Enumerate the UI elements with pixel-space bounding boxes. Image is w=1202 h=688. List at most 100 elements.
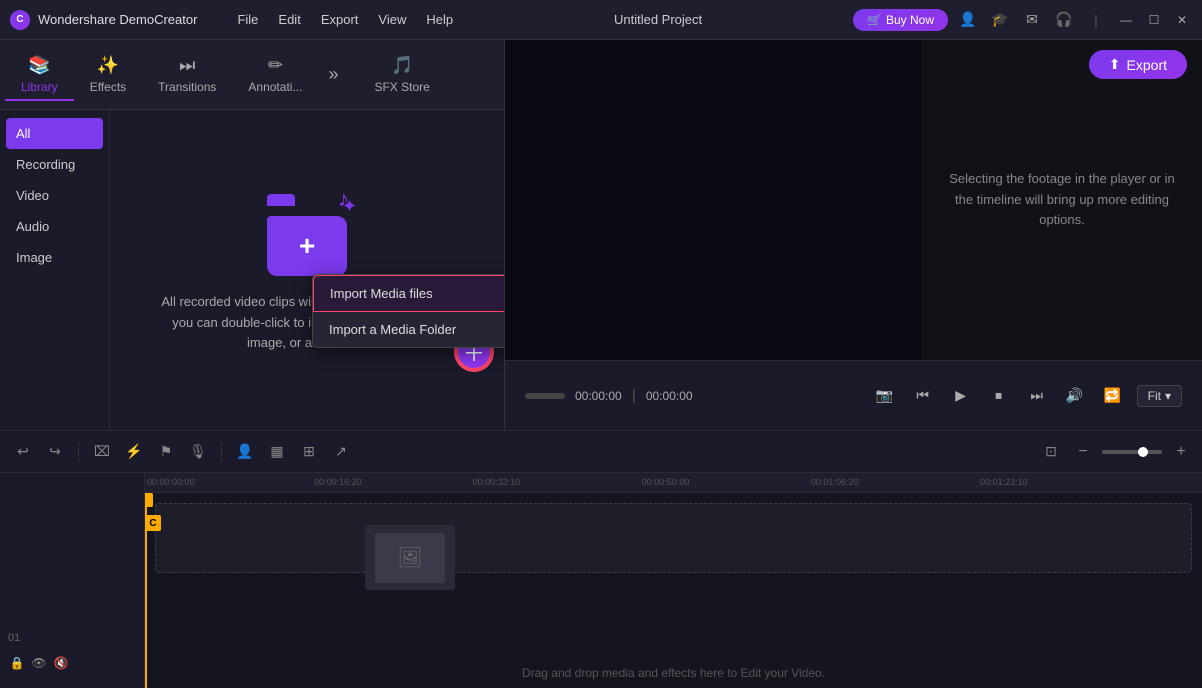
ruler-mark-1: 00:00:16:20 (314, 477, 362, 487)
mail-icon[interactable]: ✉ (1020, 8, 1044, 32)
tab-annotations[interactable]: ✏ Annotati... (232, 49, 318, 100)
toolbar-divider-1 (78, 442, 79, 462)
tab-bar: 📚 Library ✨ Effects ⏭ Transitions ✏ Anno… (0, 40, 504, 110)
menu-export[interactable]: Export (311, 8, 369, 31)
stop-button[interactable]: ⏹ (985, 382, 1013, 410)
thumbnail-button[interactable]: ⊞ (296, 439, 322, 465)
track-visible-icon[interactable]: 👁 (30, 654, 48, 672)
minimize-button[interactable]: — (1116, 10, 1136, 30)
fit-button[interactable]: Fit ▾ (1137, 385, 1182, 407)
timeline-content: 01 🔒 👁 🔇 00:00:00:00 00:00:16:20 00:00:3… (0, 473, 1202, 688)
transitions-icon: ⏭ (179, 55, 195, 76)
sidebar: All Recording Video Audio Image (0, 110, 110, 430)
screenshot-button[interactable]: 📷 (871, 382, 899, 410)
ruler-mark-5: 00:01:23:10 (980, 477, 1028, 487)
annotations-icon: ✏ (268, 55, 283, 76)
track-icons: 🔒 👁 🔇 (0, 648, 144, 678)
folder-tab (267, 194, 295, 206)
preview-area: Record ⬆ Export Selecting the footage in… (505, 40, 1202, 430)
timeline-track-labels: 01 🔒 👁 🔇 (0, 473, 145, 688)
sfxstore-icon: 🎵 (391, 55, 413, 76)
c-marker: C (145, 515, 161, 531)
timeline-ruler: 00:00:00:00 00:00:16:20 00:00:33:10 00:0… (145, 473, 1202, 493)
menu-file[interactable]: File (227, 8, 268, 31)
cart-icon: 🛒 (867, 13, 882, 27)
playhead-marker (145, 493, 153, 507)
preview-controls: 00:00:00 | 00:00:00 📷 ⏮ ▶ ⏹ ⏭ 🔊 🔁 Fit ▾ (505, 360, 1202, 430)
track-mute-icon[interactable]: 🔇 (52, 654, 70, 672)
ruler-mark-0: 00:00:00:00 (147, 477, 195, 487)
more-tabs-button[interactable]: » (318, 58, 348, 91)
ruler-mark-3: 00:00:50:00 (642, 477, 690, 487)
menu-view[interactable]: View (368, 8, 416, 31)
prev-frame-button[interactable]: ⏮ (909, 382, 937, 410)
tab-library[interactable]: 📚 Library (5, 49, 74, 100)
left-panel: 📚 Library ✨ Effects ⏭ Transitions ✏ Anno… (0, 40, 505, 430)
zoom-thumb (1138, 447, 1148, 457)
media-area: ♪ ✦ All recorded video clips will be dis… (110, 110, 504, 430)
folder-shape (267, 216, 347, 276)
project-title: Untitled Project (463, 12, 853, 27)
sidebar-item-all[interactable]: All (6, 118, 103, 149)
zoom-slider[interactable] (1102, 450, 1162, 454)
fit-timeline-button[interactable]: ⊡ (1038, 439, 1064, 465)
track-area: C 🖼 Drag and drop media and effects here… (145, 493, 1202, 688)
next-frame-button[interactable]: ⏭ (1023, 382, 1051, 410)
buy-now-button[interactable]: 🛒 Buy Now (853, 9, 948, 31)
sidebar-item-video[interactable]: Video (0, 180, 109, 211)
media-clip[interactable]: 🖼 (365, 525, 455, 590)
import-folder-item[interactable]: Import a Media Folder (313, 312, 504, 347)
play-button[interactable]: ▶ (947, 382, 975, 410)
time-current: 00:00:00 (575, 389, 622, 403)
sidebar-item-recording[interactable]: Recording (0, 149, 109, 180)
sidebar-item-image[interactable]: Image (0, 242, 109, 273)
app-name: Wondershare DemoCreator (38, 12, 197, 27)
motion-button[interactable]: ↗ (328, 439, 354, 465)
export-button[interactable]: ⬆ Export (1089, 50, 1187, 79)
timeline-toolbar: ↩ ↪ ⌧ ⚡ ⚑ 🎙 👤 ▦ ⊞ ↗ ⊡ − + (0, 431, 1202, 473)
library-icon: 📚 (28, 55, 50, 76)
support-icon[interactable]: 🎧 (1052, 8, 1076, 32)
video-preview (505, 40, 922, 360)
account-icon[interactable]: 👤 (956, 8, 980, 32)
ruler-mark-2: 00:00:33:10 (473, 477, 521, 487)
panel-content: All Recording Video Audio Image ♪ ✦ All … (0, 110, 504, 430)
zoom-out-button[interactable]: − (1072, 441, 1094, 463)
split-button[interactable]: ⚡ (121, 439, 147, 465)
menu-help[interactable]: Help (416, 8, 463, 31)
app-logo: C (10, 10, 30, 30)
maximize-button[interactable]: ☐ (1144, 10, 1164, 30)
tab-transitions[interactable]: ⏭ Transitions (142, 49, 232, 100)
ruler-mark-4: 00:01:06:20 (811, 477, 859, 487)
separator-icon: | (1084, 8, 1108, 32)
mic-button[interactable]: 🎙 (185, 439, 211, 465)
main-container: 📚 Library ✨ Effects ⏭ Transitions ✏ Anno… (0, 40, 1202, 688)
playhead (145, 493, 147, 688)
filter-button[interactable]: ▦ (264, 439, 290, 465)
sidebar-item-audio[interactable]: Audio (0, 211, 109, 242)
media-track[interactable] (155, 503, 1192, 573)
track-lock-icon[interactable]: 🔒 (8, 654, 26, 672)
right-info-text: Selecting the footage in the player or i… (942, 169, 1182, 231)
person-button[interactable]: 👤 (232, 439, 258, 465)
tab-effects[interactable]: ✨ Effects (74, 49, 142, 100)
close-button[interactable]: ✕ (1172, 10, 1192, 30)
redo-button[interactable]: ↪ (42, 439, 68, 465)
drag-hint-text: Drag and drop media and effects here to … (145, 666, 1202, 680)
zoom-in-button[interactable]: + (1170, 441, 1192, 463)
volume-button[interactable]: 🔊 (1061, 382, 1089, 410)
track-number: 01 (0, 628, 144, 648)
import-files-item[interactable]: Import Media files (313, 275, 504, 312)
loop-button[interactable]: 🔁 (1099, 382, 1127, 410)
tab-sfxstore[interactable]: 🎵 SFX Store (358, 49, 445, 100)
timeline-right-controls: ⊡ − + (1038, 439, 1192, 465)
menu-edit[interactable]: Edit (268, 8, 310, 31)
export-icon: ⬆ (1109, 56, 1121, 73)
undo-button[interactable]: ↩ (10, 439, 36, 465)
progress-track[interactable] (525, 393, 565, 399)
top-section: 📚 Library ✨ Effects ⏭ Transitions ✏ Anno… (0, 40, 1202, 430)
learn-icon[interactable]: 🎓 (988, 8, 1012, 32)
chevron-down-icon: ▾ (1165, 389, 1171, 403)
mark-button[interactable]: ⚑ (153, 439, 179, 465)
crop-button[interactable]: ⌧ (89, 439, 115, 465)
